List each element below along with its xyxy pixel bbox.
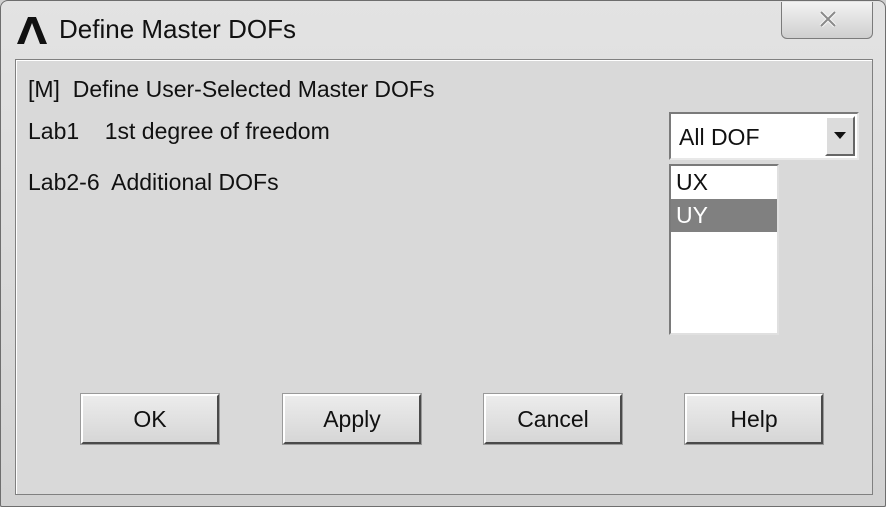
close-button[interactable]: [781, 2, 873, 39]
dialog-body: [M] Define User-Selected Master DOFs Lab…: [15, 59, 873, 495]
ansys-logo-icon: [15, 15, 49, 45]
window-title: Define Master DOFs: [59, 14, 296, 44]
lab2-listbox[interactable]: UX UY: [669, 164, 779, 335]
cancel-button[interactable]: Cancel: [483, 393, 623, 445]
ok-button[interactable]: OK: [80, 393, 220, 445]
dropdown-arrow-button[interactable]: [825, 116, 855, 156]
list-item-uy[interactable]: UY: [671, 199, 777, 232]
command-header: [M] Define User-Selected Master DOFs: [28, 76, 435, 102]
help-button[interactable]: Help: [684, 393, 824, 445]
lab2-label: Lab2-6 Additional DOFs: [28, 169, 279, 195]
chevron-down-icon: [834, 132, 846, 139]
lab1-label: Lab1 1st degree of freedom: [28, 118, 330, 144]
list-item-ux[interactable]: UX: [671, 166, 777, 199]
lab1-dropdown-value: All DOF: [679, 124, 760, 150]
dialog-window: Define Master DOFs [M] Define User-Selec…: [0, 0, 886, 507]
apply-button[interactable]: Apply: [282, 393, 422, 445]
title-bar[interactable]: Define Master DOFs: [1, 1, 885, 57]
lab1-dropdown[interactable]: All DOF: [669, 112, 859, 160]
close-icon: [819, 11, 837, 27]
